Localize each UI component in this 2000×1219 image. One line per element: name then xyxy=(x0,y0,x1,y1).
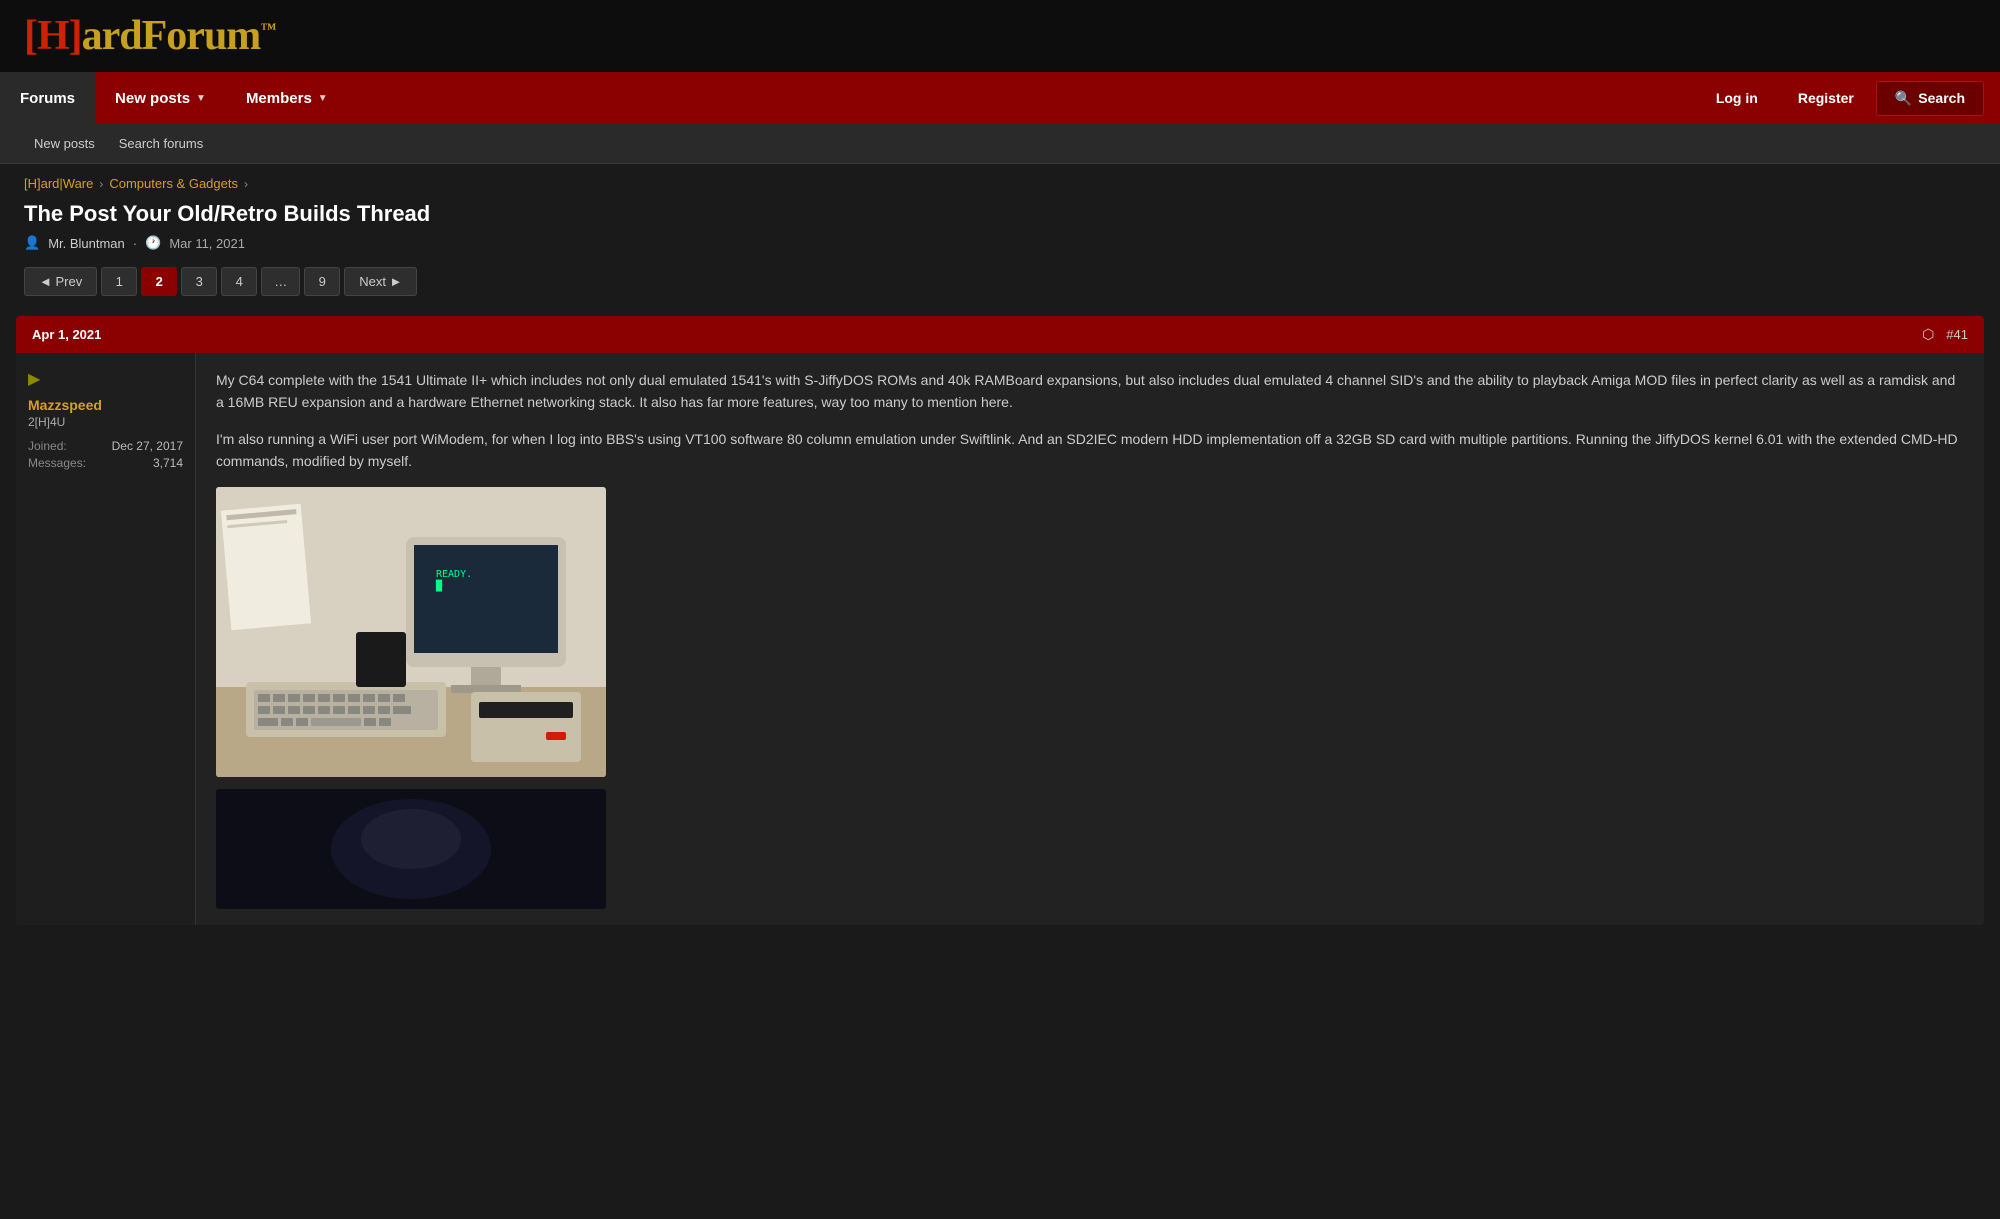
nav-item-forums[interactable]: Forums xyxy=(0,72,95,124)
breadcrumb-computers-gadgets[interactable]: Computers & Gadgets xyxy=(109,176,238,191)
sub-nav-new-posts[interactable]: New posts xyxy=(24,130,105,157)
messages-label: Messages: xyxy=(28,456,86,470)
post-header: Apr 1, 2021 ⬡ #41 xyxy=(16,316,1984,353)
thread-date: Mar 11, 2021 xyxy=(169,236,245,251)
svg-text:READY.: READY. xyxy=(436,569,472,580)
new-posts-chevron-icon: ▼ xyxy=(196,93,206,104)
post-container: Apr 1, 2021 ⬡ #41 ▶ Mazzspeed 2[H]4U Joi… xyxy=(16,316,1984,925)
next-page-button[interactable]: Next ► xyxy=(344,267,417,296)
author-icon: 👤 xyxy=(24,235,40,251)
logo-tm: ™ xyxy=(260,21,275,38)
svg-text:█: █ xyxy=(435,579,443,592)
prev-page-button[interactable]: ◄ Prev xyxy=(24,267,97,296)
members-chevron-icon: ▼ xyxy=(318,93,328,104)
retro-computer-svg: READY. █ xyxy=(216,487,606,777)
page-3-button[interactable]: 3 xyxy=(181,267,217,296)
nav-left: Forums New posts ▼ Members ▼ xyxy=(0,72,1698,124)
sub-nav-search-forums[interactable]: Search forums xyxy=(109,130,214,157)
site-header: [H]ardForum™ xyxy=(0,0,2000,72)
nav-item-new-posts[interactable]: New posts ▼ xyxy=(95,72,226,124)
main-nav: Forums New posts ▼ Members ▼ Log in Regi… xyxy=(0,72,2000,124)
page-4-button[interactable]: 4 xyxy=(221,267,257,296)
nav-members-label: Members xyxy=(246,90,312,107)
joined-row: Joined: Dec 27, 2017 xyxy=(28,439,183,453)
pagination: ◄ Prev 1 2 3 4 … 9 Next ► xyxy=(0,259,2000,308)
joined-date: Dec 27, 2017 xyxy=(112,439,183,453)
post-date: Apr 1, 2021 xyxy=(32,327,101,342)
meta-dot: · xyxy=(133,236,137,251)
breadcrumb-hardaware[interactable]: [H]ard|Ware xyxy=(24,176,93,191)
dark-image-svg xyxy=(216,789,606,909)
nav-new-posts-label: New posts xyxy=(115,90,190,107)
sub-nav: New posts Search forums xyxy=(0,124,2000,164)
page-1-button[interactable]: 1 xyxy=(101,267,137,296)
clock-icon: 🕐 xyxy=(145,235,161,251)
user-arrow-icon: ▶ xyxy=(28,369,183,389)
post-header-right: ⬡ #41 xyxy=(1922,326,1968,343)
page-ellipsis: … xyxy=(261,267,300,296)
post-paragraph-1: My C64 complete with the 1541 Ultimate I… xyxy=(216,369,1964,414)
joined-label: Joined: xyxy=(28,439,67,453)
breadcrumb-separator-2: › xyxy=(244,177,248,191)
breadcrumb-separator-1: › xyxy=(99,177,103,191)
page-2-button[interactable]: 2 xyxy=(141,267,177,296)
messages-count: 3,714 xyxy=(153,456,183,470)
messages-row: Messages: 3,714 xyxy=(28,456,183,470)
thread-title-section: The Post Your Old/Retro Builds Thread 👤 … xyxy=(0,197,2000,259)
nav-item-members[interactable]: Members ▼ xyxy=(226,72,348,124)
post-image-1: READY. █ xyxy=(216,487,606,777)
user-rank: 2[H]4U xyxy=(28,415,183,429)
nav-right: Log in Register 🔍 Search xyxy=(1698,81,2000,116)
logo-text: ardForum xyxy=(82,13,261,59)
post-body: ▶ Mazzspeed 2[H]4U Joined: Dec 27, 2017 … xyxy=(16,353,1984,925)
post-image-2 xyxy=(216,789,606,909)
search-icon: 🔍 xyxy=(1895,90,1912,107)
post-content: My C64 complete with the 1541 Ultimate I… xyxy=(196,353,1984,925)
search-button[interactable]: 🔍 Search xyxy=(1876,81,1984,116)
share-icon[interactable]: ⬡ xyxy=(1922,326,1934,343)
thread-meta: 👤 Mr. Bluntman · 🕐 Mar 11, 2021 xyxy=(24,235,1976,251)
user-sidebar: ▶ Mazzspeed 2[H]4U Joined: Dec 27, 2017 … xyxy=(16,353,196,925)
post-paragraph-2: I'm also running a WiFi user port WiMode… xyxy=(216,428,1964,473)
search-label: Search xyxy=(1918,90,1965,106)
thread-title: The Post Your Old/Retro Builds Thread xyxy=(24,201,1976,227)
login-button[interactable]: Log in xyxy=(1698,82,1776,114)
thread-author[interactable]: Mr. Bluntman xyxy=(48,236,125,251)
post-number: #41 xyxy=(1946,327,1968,342)
register-button[interactable]: Register xyxy=(1780,82,1872,114)
username[interactable]: Mazzspeed xyxy=(28,397,183,413)
page-9-button[interactable]: 9 xyxy=(304,267,340,296)
logo-bracket: [H] xyxy=(24,13,82,59)
user-stats: Joined: Dec 27, 2017 Messages: 3,714 xyxy=(28,439,183,470)
breadcrumb: [H]ard|Ware › Computers & Gadgets › xyxy=(0,164,2000,197)
site-logo[interactable]: [H]ardForum™ xyxy=(24,12,275,60)
